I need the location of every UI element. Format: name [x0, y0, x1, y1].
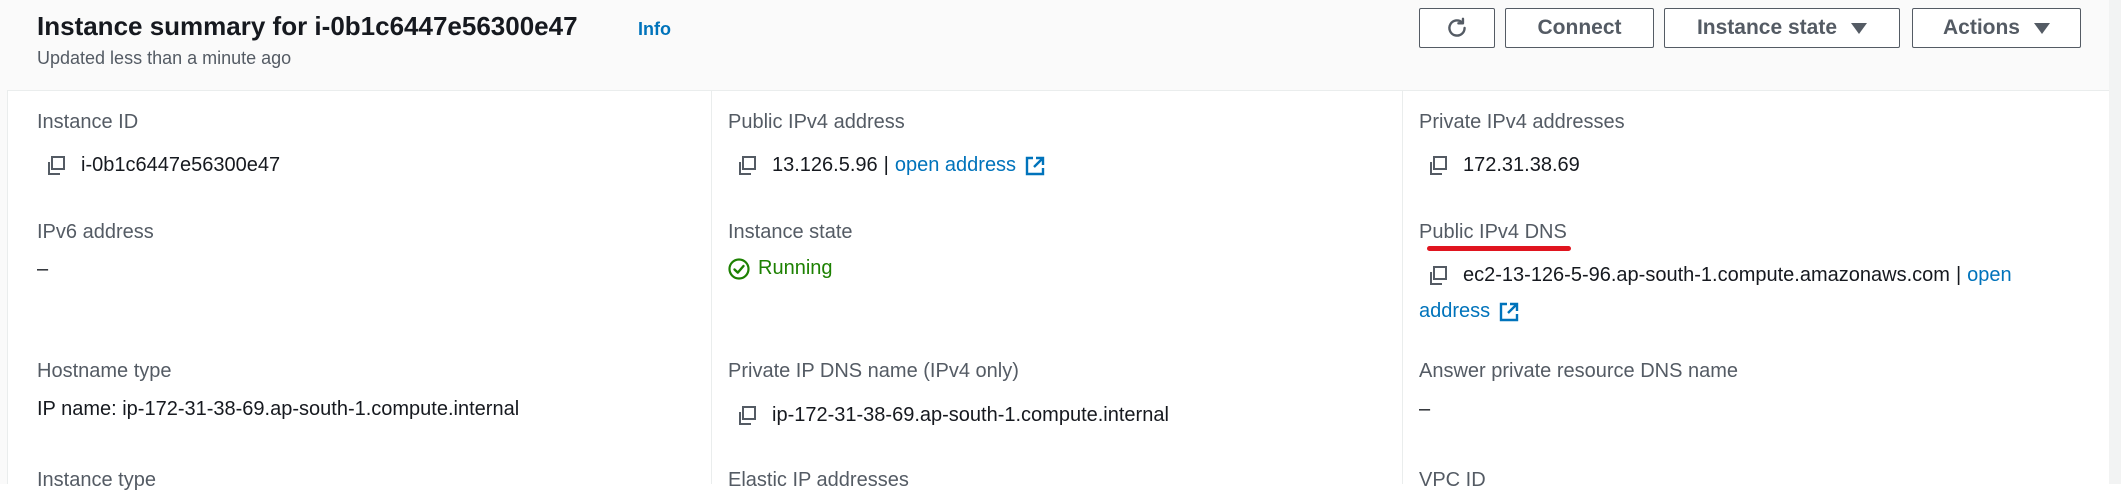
copy-icon[interactable] [1427, 155, 1449, 177]
connect-label: Connect [1537, 16, 1622, 39]
actions-label: Actions [1942, 16, 2020, 39]
open-address-link[interactable]: open address [895, 154, 1016, 177]
column-divider [1402, 90, 1403, 484]
open-address-link-continued[interactable]: address [1419, 300, 1490, 323]
instance-id-value: i-0b1c6447e56300e47 [45, 154, 280, 177]
public-dns-text: ec2-13-126-5-96.ap-south-1.compute.amazo… [1463, 264, 1950, 286]
external-link-icon[interactable] [1498, 301, 1520, 323]
caret-down-icon [2034, 22, 2050, 34]
copy-icon[interactable] [45, 155, 67, 177]
public-ipv4-text: 13.126.5.96 [772, 154, 878, 176]
public-ipv4-value: 13.126.5.96 | open address [736, 154, 1046, 177]
instance-state-dropdown[interactable]: Instance state [1664, 8, 1900, 48]
refresh-button[interactable] [1419, 8, 1495, 48]
external-link-icon[interactable] [1024, 155, 1046, 177]
private-ipv4-label: Private IPv4 addresses [1419, 111, 1625, 133]
column-divider [711, 90, 712, 484]
copy-icon[interactable] [736, 155, 758, 177]
page-title: Instance summary for i-0b1c6447e56300e47 [37, 11, 578, 41]
updated-status: Updated less than a minute ago [37, 48, 292, 68]
separator: | [1955, 264, 1962, 286]
instance-type-label: Instance type [37, 469, 156, 491]
ipv6-value: – [37, 258, 49, 280]
red-underline-annotation [1427, 246, 1571, 251]
copy-icon[interactable] [736, 405, 758, 427]
instance-state-value: Running [728, 257, 833, 280]
actions-dropdown[interactable]: Actions [1912, 8, 2081, 48]
running-status-text: Running [758, 257, 833, 279]
public-dns-value: ec2-13-126-5-96.ap-south-1.compute.amazo… [1427, 264, 2012, 287]
check-circle-icon [728, 257, 750, 280]
separator: | [883, 154, 889, 176]
open-address-link[interactable]: open [1967, 264, 2012, 287]
copy-icon[interactable] [1427, 265, 1449, 287]
hostname-type-label: Hostname type [37, 360, 172, 382]
connect-button[interactable]: Connect [1505, 8, 1654, 48]
private-dns-label: Private IP DNS name (IPv4 only) [728, 360, 1019, 382]
public-ipv4-label: Public IPv4 address [728, 111, 905, 133]
elastic-ip-label: Elastic IP addresses [728, 469, 909, 491]
summary-header: Instance summary for i-0b1c6447e56300e47… [0, 0, 2121, 91]
private-dns-text: ip-172-31-38-69.ap-south-1.compute.inter… [772, 404, 1169, 426]
ipv6-label: IPv6 address [37, 221, 154, 243]
answer-dns-label: Answer private resource DNS name [1419, 360, 1739, 382]
page-scroll-gutter [2109, 0, 2121, 484]
private-ipv4-text: 172.31.38.69 [1463, 154, 1580, 176]
instance-state-label: Instance state [728, 221, 853, 243]
vpc-id-label: VPC ID [1419, 469, 1486, 491]
public-dns-link-continued: address [1419, 300, 1520, 323]
info-link[interactable]: Info [638, 19, 671, 40]
refresh-icon [1448, 17, 1466, 37]
hostname-type-value: IP name: ip-172-31-38-69.ap-south-1.comp… [37, 398, 520, 420]
private-ipv4-value: 172.31.38.69 [1427, 154, 1580, 177]
caret-down-icon [1851, 22, 1868, 34]
instance-id-label: Instance ID [37, 111, 139, 133]
instance-state-label: Instance state [1696, 16, 1838, 39]
public-dns-label: Public IPv4 DNS [1419, 221, 1567, 243]
panel-left-border [0, 90, 8, 484]
answer-dns-value: – [1419, 398, 1431, 420]
private-dns-value: ip-172-31-38-69.ap-south-1.compute.inter… [736, 404, 1169, 427]
instance-id-text: i-0b1c6447e56300e47 [81, 154, 281, 176]
